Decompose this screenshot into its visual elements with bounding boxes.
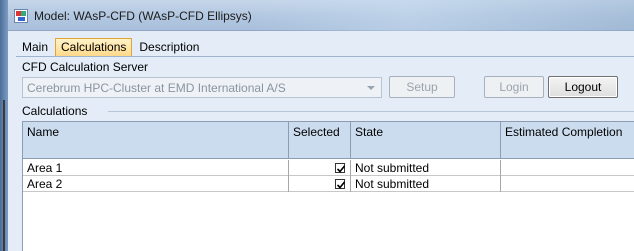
left-edge-strip (3, 100, 5, 251)
chevron-down-icon[interactable] (367, 86, 375, 90)
cell-selected (289, 160, 351, 176)
table-row[interactable]: Area 1 Not submitted (23, 160, 634, 176)
tab-description[interactable]: Description (133, 38, 205, 57)
cell-name: Area 2 (23, 176, 289, 192)
table-row[interactable]: Area 2 Not submitted (23, 176, 634, 192)
selected-checkbox[interactable] (335, 179, 346, 189)
model-window: Model: WAsP-CFD (WAsP-CFD Ellipsys) Main… (8, 0, 634, 251)
column-header-estimated-completion[interactable]: Estimated Completion (501, 122, 634, 159)
title-bar[interactable]: Model: WAsP-CFD (WAsP-CFD Ellipsys) (8, 0, 634, 31)
cfd-server-label: CFD Calculation Server (22, 60, 149, 74)
tab-strip-divider (16, 56, 634, 57)
group-divider (108, 111, 634, 112)
column-header-state[interactable]: State (351, 122, 501, 159)
window-left-edge (0, 0, 8, 251)
cell-state: Not submitted (351, 176, 501, 192)
server-select-value: Cerebrum HPC-Cluster at EMD Internationa… (27, 81, 286, 95)
cell-name: Area 1 (23, 160, 289, 176)
cell-state: Not submitted (351, 160, 501, 176)
tab-calculations[interactable]: Calculations (55, 38, 133, 57)
app-icon-part (21, 11, 26, 16)
title-bar-glow (258, 0, 634, 31)
window-title: Model: WAsP-CFD (WAsP-CFD Ellipsys) (34, 9, 252, 23)
calculations-group-label: Calculations (22, 104, 88, 118)
column-header-name[interactable]: Name (23, 122, 289, 159)
setup-button[interactable]: Setup (389, 76, 455, 98)
login-button[interactable]: Login (484, 76, 544, 98)
app-icon-part (18, 17, 25, 21)
calculations-grid[interactable]: Name Selected State Estimated Completion… (22, 121, 634, 251)
cell-estimated (501, 176, 634, 192)
cell-selected (289, 176, 351, 192)
check-icon (336, 165, 346, 173)
selected-checkbox[interactable] (335, 163, 346, 173)
logout-button[interactable]: Logout (548, 76, 618, 98)
column-header-selected[interactable]: Selected (289, 122, 351, 159)
cell-estimated (501, 160, 634, 176)
check-icon (336, 181, 346, 189)
tab-strip: Main Calculations Description (16, 38, 206, 57)
tab-main[interactable]: Main (16, 38, 54, 57)
grid-header: Name Selected State Estimated Completion (23, 122, 634, 159)
wasp-app-icon[interactable] (14, 9, 28, 23)
server-select[interactable]: Cerebrum HPC-Cluster at EMD Internationa… (22, 77, 382, 98)
